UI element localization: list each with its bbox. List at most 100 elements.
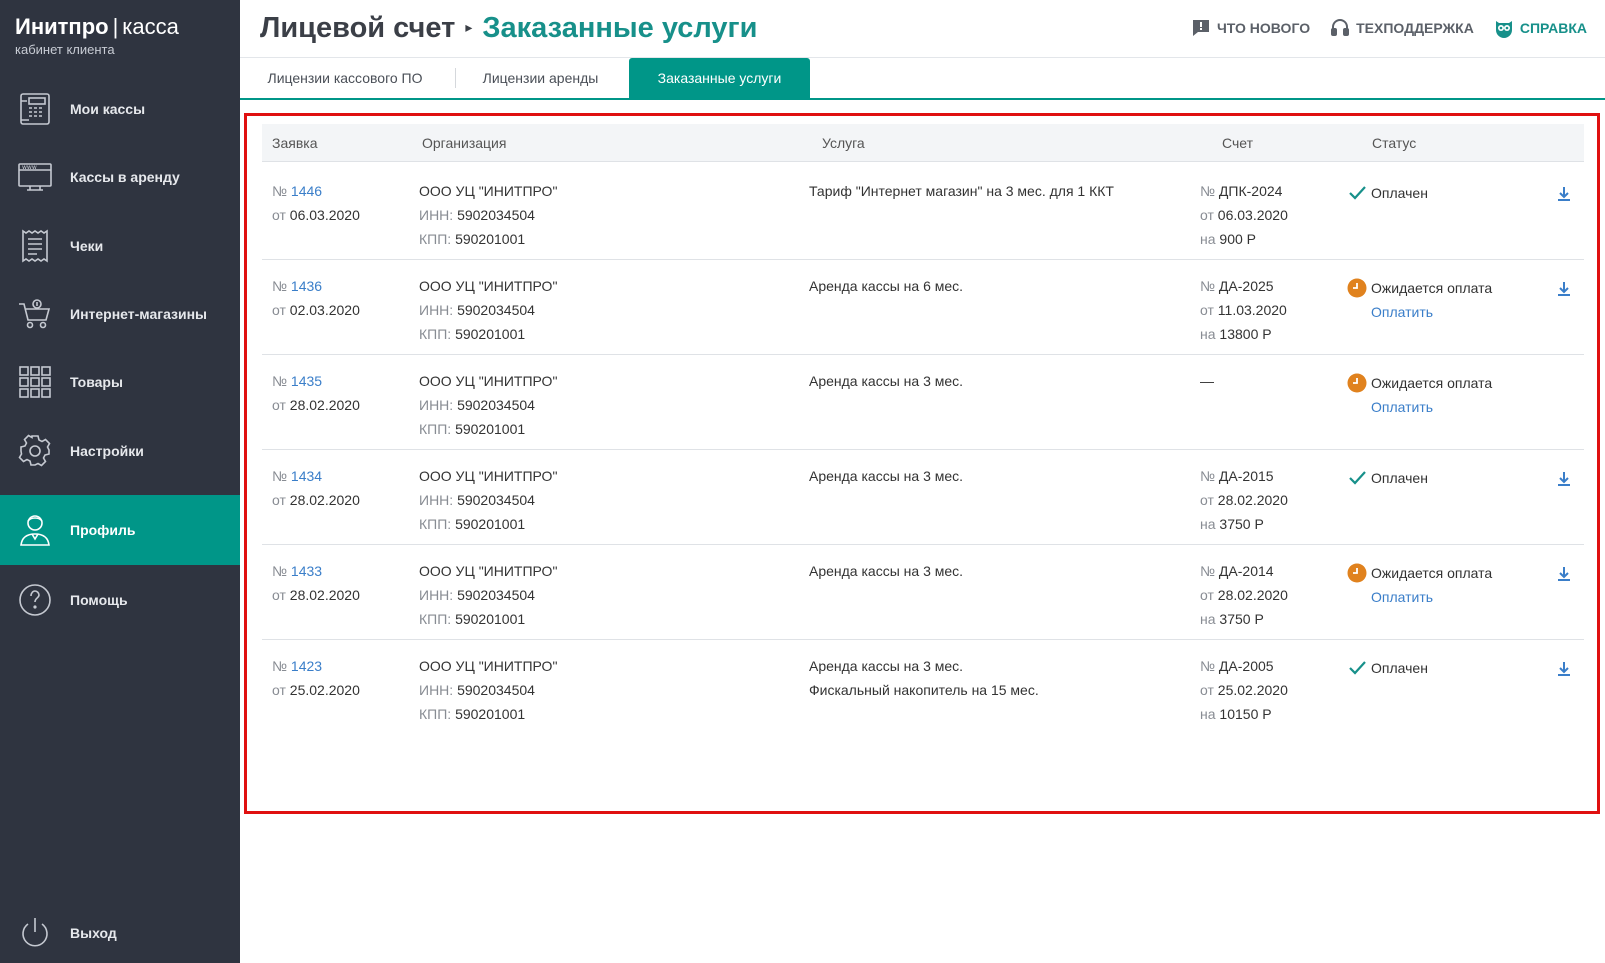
inn-label: ИНН:	[419, 302, 454, 318]
service-line: Аренда кассы на 3 мес.	[809, 468, 964, 484]
table-row: № 1446 от 06.03.2020 ООО УЦ "ИНИТПРО" ИНН: …	[262, 163, 1584, 260]
invoice-number: ДА-2005	[1218, 658, 1274, 674]
brand: Инитпро | касса кабинет клиента	[0, 0, 240, 82]
download-icon[interactable]	[1556, 660, 1572, 678]
sidebar-item-rental-registers[interactable]: www Кассы в аренду	[0, 142, 240, 212]
invoice-sum: 13800 Р	[1219, 326, 1272, 342]
logout-button[interactable]: Выход	[0, 898, 240, 963]
status-cell: Ожидается оплата Оплатить	[1347, 276, 1492, 324]
kpp-label: КПП:	[419, 231, 452, 247]
svg-text:www: www	[22, 164, 37, 171]
order-date: 28.02.2020	[289, 587, 360, 603]
service-cell: Аренда кассы на 6 мес.	[809, 274, 963, 298]
sidebar-item-label: Помощь	[70, 592, 128, 608]
download-icon[interactable]	[1556, 470, 1572, 488]
service-line: Тариф "Интернет магазин" на 3 мес. для 1…	[809, 183, 1114, 199]
sidebar-item-settings[interactable]: Настройки	[0, 416, 240, 486]
sidebar-item-receipts[interactable]: Чеки	[0, 211, 240, 281]
kpp-label: КПП:	[419, 326, 452, 342]
tab-cash-software-licenses[interactable]: Лицензии кассового ПО	[240, 58, 450, 98]
inn-label: ИНН:	[419, 587, 454, 603]
kpp-value: 590201001	[455, 326, 526, 342]
order-number-link[interactable]: 1434	[291, 468, 322, 484]
invoice-cell: № ДА-2015 от 28.02.2020 на 3750 Р	[1200, 464, 1288, 536]
service-cell: Тариф "Интернет магазин" на 3 мес. для 1…	[809, 179, 1114, 203]
service-line: Аренда кассы на 3 мес.	[809, 658, 964, 674]
pay-link[interactable]: Оплатить	[1371, 585, 1492, 609]
invoice-sum: 3750 Р	[1219, 611, 1264, 627]
invoice-number: ДПК-2024	[1218, 183, 1283, 199]
help-link[interactable]: СПРАВКА	[1494, 18, 1587, 38]
sidebar-item-profile[interactable]: Профиль	[0, 495, 240, 565]
inn-value: 5902034504	[457, 302, 535, 318]
kpp-value: 590201001	[455, 421, 526, 437]
order-no-label: №	[272, 183, 288, 199]
user-icon	[17, 512, 53, 548]
download-icon[interactable]	[1556, 185, 1572, 203]
order-date: 06.03.2020	[289, 207, 360, 223]
inn-value: 5902034504	[457, 207, 535, 223]
kpp-value: 590201001	[455, 231, 526, 247]
column-header-status: Статус	[1372, 135, 1417, 151]
breadcrumb-arrow-icon: ▸	[465, 19, 473, 35]
status-cell: Ожидается оплата Оплатить	[1347, 371, 1492, 419]
invoice-none: —	[1200, 373, 1214, 389]
organization-cell: ООО УЦ "ИНИТПРО" ИНН: 5902034504 КПП: 5902…	[419, 464, 557, 536]
service-line: Аренда кассы на 6 мес.	[809, 278, 964, 294]
order-date-label: от	[272, 302, 286, 318]
status-text: Ожидается оплата	[1371, 375, 1493, 391]
order-number-link[interactable]: 1435	[291, 373, 322, 389]
order-date-label: от	[272, 492, 286, 508]
whats-new-link[interactable]: ЧТО НОВОГО	[1191, 18, 1310, 38]
order-no-label: №	[272, 278, 288, 294]
status-cell: Оплачен	[1347, 466, 1428, 490]
kpp-value: 590201001	[455, 706, 526, 722]
sidebar-item-help[interactable]: Помощь	[0, 565, 240, 635]
grid-icon	[17, 364, 53, 400]
kpp-label: КПП:	[419, 611, 452, 627]
order-number-link[interactable]: 1446	[291, 183, 322, 199]
sidebar-item-label: Чеки	[70, 238, 104, 254]
sidebar-item-online-stores[interactable]: Интернет-магазины	[0, 279, 240, 349]
status-text: Оплачен	[1371, 470, 1428, 486]
brand-title[interactable]: Инитпро | касса	[15, 14, 225, 40]
status-cell: Оплачен	[1347, 181, 1428, 205]
breadcrumb-parent[interactable]: Лицевой счет	[260, 12, 455, 44]
table-row: № 1435 от 28.02.2020 ООО УЦ "ИНИТПРО" ИНН: …	[262, 353, 1584, 450]
tab-ordered-services[interactable]: Заказанные услуги	[629, 58, 810, 98]
inn-label: ИНН:	[419, 397, 454, 413]
support-link[interactable]: ТЕХПОДДЕРЖКА	[1330, 18, 1474, 38]
pay-link[interactable]: Оплатить	[1371, 395, 1492, 419]
order-cell: № 1433 от 28.02.2020	[272, 559, 360, 607]
table-header: Заявка Организация Услуга Счет Статус	[262, 124, 1584, 162]
invoice-date: 28.02.2020	[1217, 587, 1288, 603]
order-number-link[interactable]: 1423	[291, 658, 322, 674]
download-icon[interactable]	[1556, 280, 1572, 298]
invoice-date: 25.02.2020	[1217, 682, 1288, 698]
status-badge: Оплачен	[1347, 656, 1428, 680]
order-number-link[interactable]: 1436	[291, 278, 322, 294]
invoice-cell: —	[1200, 369, 1214, 393]
download-icon[interactable]	[1556, 565, 1572, 583]
table-row: № 1436 от 02.03.2020 ООО УЦ "ИНИТПРО" ИНН: …	[262, 258, 1584, 355]
inn-label: ИНН:	[419, 207, 454, 223]
organization-cell: ООО УЦ "ИНИТПРО" ИНН: 5902034504 КПП: 5902…	[419, 179, 557, 251]
order-no-label: №	[272, 468, 288, 484]
sidebar-item-goods[interactable]: Товары	[0, 347, 240, 417]
organization-name: ООО УЦ "ИНИТПРО"	[419, 658, 558, 674]
brand-name-bold: Инитпро	[15, 14, 109, 39]
order-date-label: от	[272, 207, 286, 223]
sidebar-item-my-cash-registers[interactable]: Мои кассы	[0, 74, 240, 144]
tab-rental-licenses[interactable]: Лицензии аренды	[458, 58, 623, 98]
status-badge: Ожидается оплата	[1347, 561, 1492, 585]
invoice-date-label: от	[1200, 587, 1214, 603]
whats-new-label: ЧТО НОВОГО	[1216, 20, 1311, 36]
status-text: Оплачен	[1371, 660, 1428, 676]
pay-link[interactable]: Оплатить	[1371, 300, 1492, 324]
order-number-link[interactable]: 1433	[291, 563, 322, 579]
order-no-label: №	[272, 563, 288, 579]
status-badge: Ожидается оплата	[1347, 276, 1492, 300]
page-title: Заказанные услуги	[482, 12, 758, 44]
invoice-date-label: от	[1200, 492, 1214, 508]
invoice-number: ДА-2025	[1218, 278, 1274, 294]
